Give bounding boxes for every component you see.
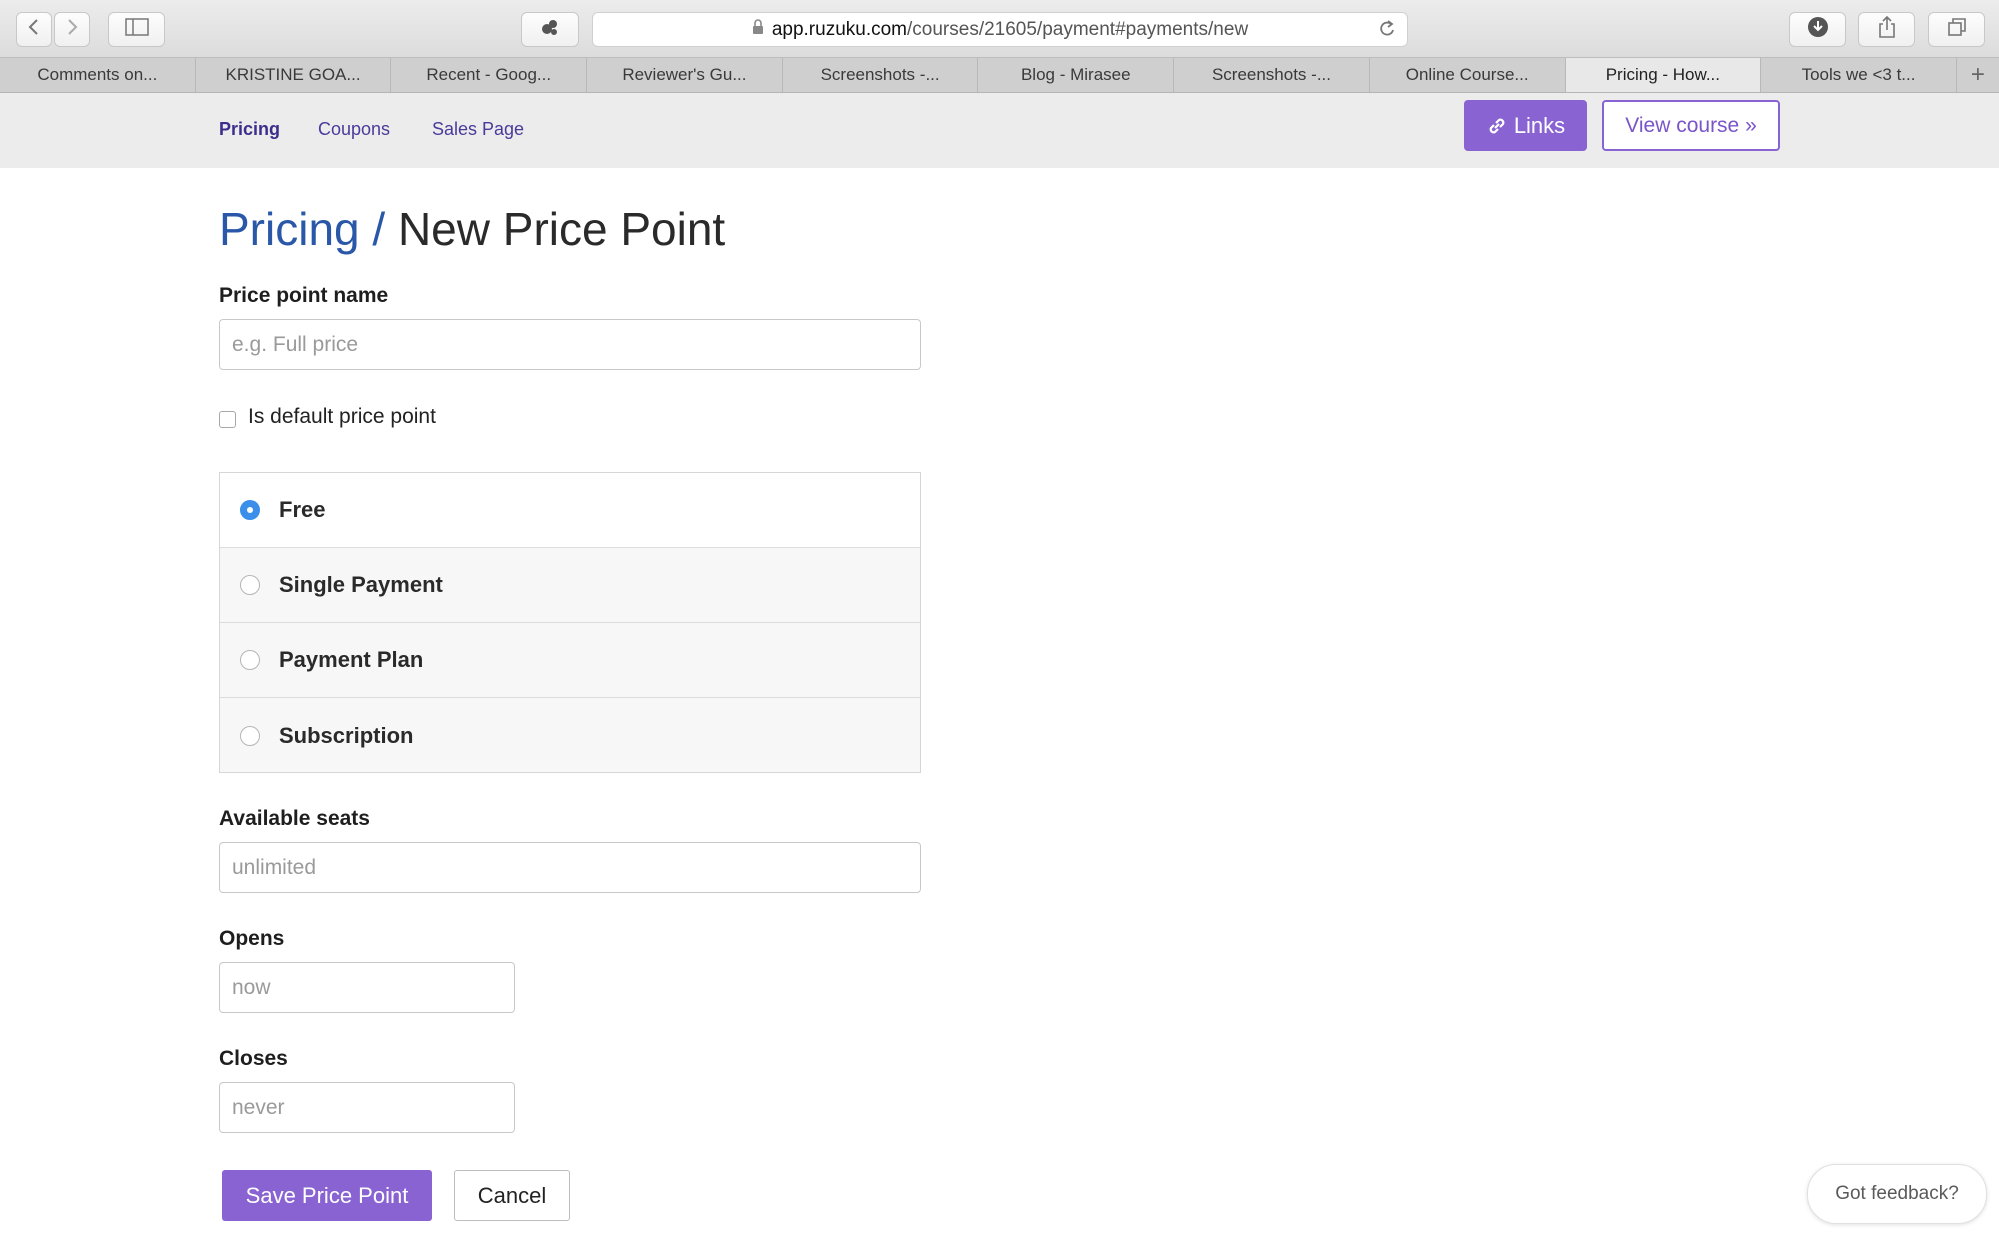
extension-button[interactable] — [521, 12, 579, 47]
radio-button[interactable] — [240, 500, 260, 520]
payment-option-label: Single Payment — [279, 572, 443, 597]
tab-label: Online Course... — [1405, 65, 1529, 84]
browser-tab[interactable]: KRISTINE GOA... — [196, 58, 392, 92]
plus-icon: + — [1970, 61, 1985, 88]
breadcrumb-pricing-link[interactable]: Pricing / — [219, 203, 385, 255]
tab-label: Comments on... — [37, 65, 158, 84]
tab-label: Screenshots -... — [1211, 65, 1331, 84]
sidebar-icon — [124, 18, 149, 41]
url-path: /courses/21605/payment#payments/new — [907, 18, 1249, 40]
tab-label: Recent - Goog... — [426, 65, 552, 84]
payment-option-label: Payment Plan — [279, 647, 424, 672]
back-button[interactable] — [16, 12, 52, 47]
lock-icon — [752, 18, 764, 41]
browser-tab[interactable]: Reviewer's Gu... — [587, 58, 783, 92]
tabs-button[interactable] — [1928, 12, 1985, 47]
radio-button[interactable] — [240, 725, 260, 746]
cancel-button[interactable]: Cancel — [454, 1170, 570, 1221]
tab-label: Blog - Mirasee — [1020, 65, 1131, 84]
opens-label: Opens — [219, 927, 285, 950]
download-button[interactable] — [1789, 12, 1846, 47]
default-price-point-checkbox[interactable] — [219, 411, 236, 428]
payment-option-single[interactable]: Single Payment — [220, 548, 920, 623]
forward-icon — [65, 18, 79, 41]
payment-option-plan[interactable]: Payment Plan — [220, 623, 920, 698]
closes-label: Closes — [219, 1047, 288, 1070]
closes-input[interactable] — [219, 1082, 515, 1133]
forward-button[interactable] — [54, 12, 90, 47]
default-price-point-label: Is default price point — [248, 405, 436, 428]
radio-button[interactable] — [240, 575, 260, 595]
browser-tab[interactable]: Recent - Goog... — [391, 58, 588, 92]
download-icon — [1807, 16, 1829, 43]
tab-label: KRISTINE GOA... — [225, 65, 361, 84]
browser-tab[interactable]: Comments on... — [0, 58, 196, 92]
browser-tab[interactable]: Screenshots -... — [783, 58, 979, 92]
browser-tab[interactable]: Screenshots -... — [1174, 58, 1370, 92]
payment-type-options: Free Single Payment Payment Plan Subscri… — [219, 472, 921, 773]
price-point-name-label: Price point name — [219, 284, 389, 307]
browser-tab-active[interactable]: Pricing - How... — [1565, 58, 1762, 92]
reload-icon[interactable] — [1377, 18, 1397, 46]
browser-toolbar: app.ruzuku.com/courses/21605/payment#pay… — [0, 0, 1999, 57]
new-tab-button[interactable]: + — [1957, 58, 1999, 92]
subnav-pricing[interactable]: Pricing — [219, 119, 280, 140]
available-seats-input[interactable] — [219, 842, 921, 893]
back-icon — [27, 18, 41, 41]
opens-input[interactable] — [219, 962, 515, 1013]
price-point-name-input[interactable] — [219, 319, 921, 370]
payment-option-label: Subscription — [279, 722, 414, 748]
sidebar-button[interactable] — [108, 12, 165, 47]
payment-option-free[interactable]: Free — [220, 473, 920, 548]
feedback-button[interactable]: Got feedback? — [1807, 1164, 1987, 1224]
payment-option-subscription[interactable]: Subscription — [220, 698, 920, 773]
browser-tab[interactable]: Tools we <3 t... — [1761, 58, 1957, 92]
link-icon — [1486, 115, 1508, 137]
feedback-label: Got feedback? — [1835, 1183, 1959, 1204]
address-bar[interactable]: app.ruzuku.com/courses/21605/payment#pay… — [592, 12, 1408, 47]
extension-icon — [539, 16, 561, 43]
tab-strip: Comments on... KRISTINE GOA... Recent - … — [0, 57, 1999, 93]
view-course-button[interactable]: View course » — [1602, 100, 1780, 151]
page-title-text: New Price Point — [397, 203, 726, 255]
browser-tab[interactable]: Blog - Mirasee — [978, 58, 1175, 92]
share-button[interactable] — [1858, 12, 1915, 47]
page-title: Pricing / New Price Point — [219, 202, 725, 256]
tabs-icon — [1947, 17, 1967, 42]
links-button[interactable]: Links — [1464, 100, 1587, 151]
payment-option-label: Free — [279, 497, 326, 522]
radio-button[interactable] — [240, 650, 260, 670]
save-price-point-button[interactable]: Save Price Point — [222, 1170, 432, 1221]
tab-label: Screenshots -... — [820, 65, 940, 84]
tab-label: Tools we <3 t... — [1801, 65, 1916, 84]
subnav-coupons[interactable]: Coupons — [318, 119, 390, 140]
tab-label: Reviewer's Gu... — [622, 65, 747, 84]
links-button-label: Links — [1513, 112, 1566, 138]
share-icon — [1877, 15, 1897, 44]
view-course-label: View course » — [1625, 113, 1757, 137]
tab-label: Pricing - How... — [1605, 65, 1720, 84]
available-seats-label: Available seats — [219, 807, 370, 830]
browser-tab[interactable]: Online Course... — [1370, 58, 1566, 92]
url-host: app.ruzuku.com — [771, 18, 908, 40]
subnav-sales-page[interactable]: Sales Page — [432, 119, 524, 140]
